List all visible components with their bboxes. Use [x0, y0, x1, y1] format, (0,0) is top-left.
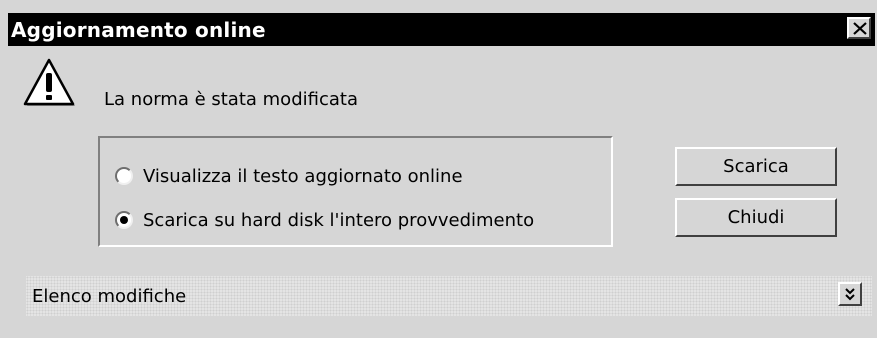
close-button[interactable]: Chiudi — [675, 198, 837, 237]
changes-list-panel[interactable]: Elenco modifiche — [26, 276, 872, 316]
download-button[interactable]: Scarica — [675, 147, 837, 186]
window-title: Aggiornamento online — [11, 18, 266, 42]
option-view-online-label: Visualizza il testo aggiornato online — [143, 165, 463, 187]
dialog-body: La norma è stata modificata Visualizza i… — [8, 46, 875, 338]
download-option-group: Visualizza il testo aggiornato online Sc… — [98, 136, 613, 247]
status-message: La norma è stata modificata — [104, 89, 358, 110]
warning-icon — [23, 58, 75, 106]
option-view-online[interactable]: Visualizza il testo aggiornato online — [115, 164, 463, 188]
changes-list-label: Elenco modifiche — [32, 286, 187, 307]
radio-selected-dot — [120, 216, 128, 224]
close-window-button[interactable] — [847, 17, 871, 39]
double-chevron-down-icon — [845, 288, 855, 301]
expand-changes-button[interactable] — [838, 282, 862, 306]
radio-view-online[interactable] — [115, 167, 133, 185]
option-download-full-label: Scarica su hard disk l'intero provvedime… — [143, 209, 535, 231]
close-icon — [853, 22, 867, 35]
radio-download-full[interactable] — [115, 211, 133, 229]
title-bar[interactable]: Aggiornamento online — [8, 13, 875, 46]
update-dialog: Aggiornamento online La norma è stata mo… — [0, 0, 877, 338]
option-download-full[interactable]: Scarica su hard disk l'intero provvedime… — [115, 208, 534, 232]
